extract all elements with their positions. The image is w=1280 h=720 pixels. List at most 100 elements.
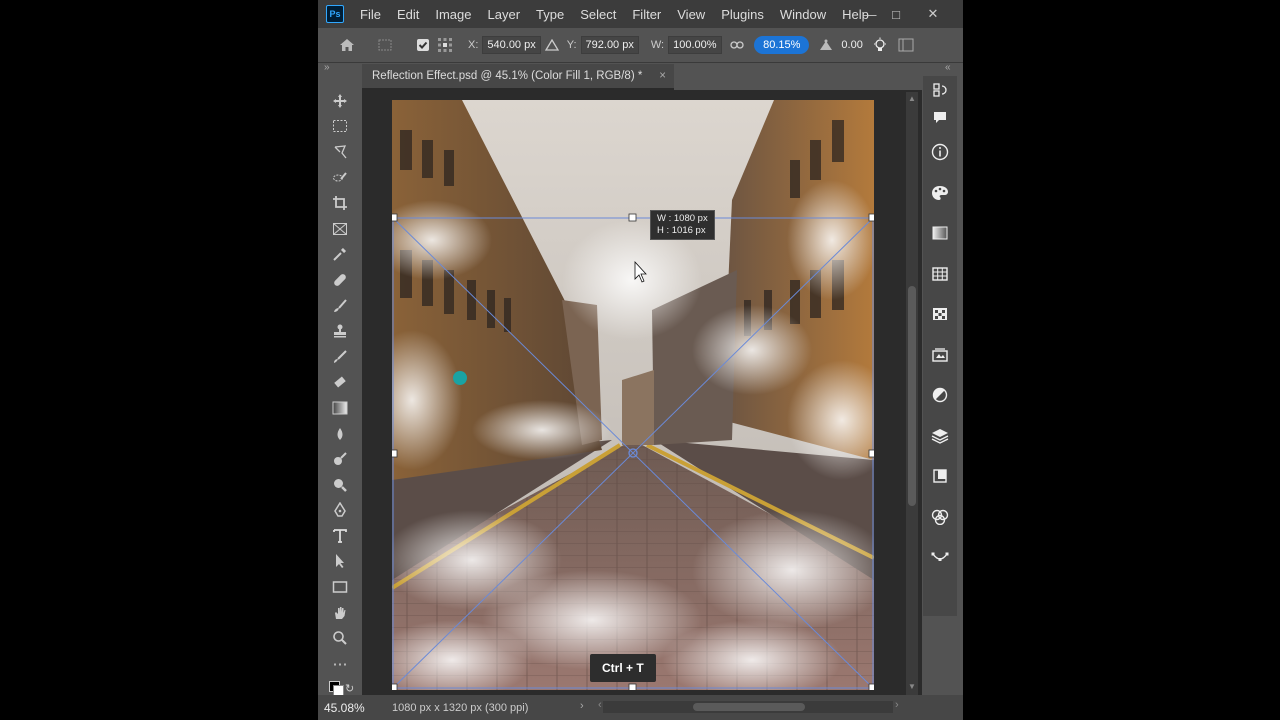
transform-handle-bottom-right [868, 683, 874, 690]
type-icon[interactable] [326, 523, 354, 549]
dodge-icon[interactable] [326, 446, 354, 472]
swap-colors-icon[interactable]: ↻ [345, 682, 354, 695]
maximize-icon[interactable]: □ [881, 0, 911, 28]
canvas-area[interactable]: W : 1080 px H : 1016 px Ctrl + T [362, 90, 922, 695]
menu-type[interactable]: Type [528, 7, 572, 22]
toolbar-collapse-icon[interactable]: » [324, 62, 330, 74]
x-position-field[interactable]: 540.00 px [482, 36, 541, 54]
transform-handle-left [392, 449, 398, 458]
layers-icon[interactable] [923, 416, 957, 457]
libraries-icon[interactable] [923, 335, 957, 376]
crop-icon[interactable] [326, 190, 354, 216]
options-bar: X: 540.00 px Y: 792.00 px W: 100.00% 80.… [318, 28, 963, 63]
transform-handle-top-left [392, 213, 398, 222]
lightbulb-icon[interactable] [869, 34, 891, 56]
width-field[interactable]: 100.00% [668, 36, 723, 54]
horizontal-scrollbar[interactable]: ‹ › [598, 699, 899, 713]
menu-edit[interactable]: Edit [389, 7, 427, 22]
comments-icon[interactable] [923, 104, 957, 132]
blur-icon[interactable] [326, 421, 354, 447]
pen-icon[interactable] [326, 498, 354, 524]
status-bar: 45.08% 1080 px x 1320 px (300 ppi) › ‹ › [318, 695, 963, 720]
vertical-scroll-thumb[interactable] [908, 286, 916, 506]
adjustments-icon[interactable] [923, 375, 957, 416]
eraser-icon[interactable] [326, 370, 354, 396]
menu-file[interactable]: File [352, 7, 389, 22]
vertical-scrollbar[interactable]: ▲ ▼ [906, 92, 918, 695]
history-icon[interactable] [923, 76, 957, 104]
color-icon[interactable] [923, 173, 957, 214]
menu-window[interactable]: Window [772, 7, 834, 22]
close-icon[interactable]: ✕ [918, 0, 948, 28]
scroll-right-icon[interactable]: › [895, 699, 899, 711]
lasso-icon[interactable] [326, 139, 354, 165]
scroll-down-icon[interactable]: ▼ [908, 682, 916, 691]
horizontal-scroll-thumb[interactable] [693, 703, 805, 711]
y-position-field[interactable]: 792.00 px [580, 36, 639, 54]
app-logo: Ps [326, 5, 344, 23]
eyedropper-icon[interactable] [326, 242, 354, 268]
status-menu-chevron-icon[interactable]: › [580, 700, 584, 712]
transform-handle-bottom-left [392, 683, 398, 690]
menu-plugins[interactable]: Plugins [713, 7, 772, 22]
menu-filter[interactable]: Filter [624, 7, 669, 22]
y-label: Y: [566, 39, 577, 51]
panel-dock [923, 76, 957, 616]
menu-image[interactable]: Image [427, 7, 479, 22]
transform-handle-top [628, 213, 637, 222]
gradient-icon[interactable] [326, 395, 354, 421]
document-info: 1080 px x 1320 px (300 ppi) [392, 701, 529, 714]
patterns-icon[interactable] [923, 294, 957, 335]
scroll-up-icon[interactable]: ▲ [908, 94, 916, 103]
panels-collapse-icon[interactable]: « [945, 62, 951, 74]
history-brush-icon[interactable] [326, 344, 354, 370]
transform-mode-icon[interactable] [374, 34, 396, 56]
more-tools-icon[interactable]: ⋯ [326, 651, 354, 677]
scroll-left-icon[interactable]: ‹ [598, 699, 602, 711]
shortcut-badge: Ctrl + T [590, 654, 656, 682]
background-color-swatch[interactable] [333, 684, 344, 696]
height-field[interactable]: 80.15% [754, 36, 810, 54]
document-tab-title: Reflection Effect.psd @ 45.1% (Color Fil… [372, 70, 643, 82]
document-tab[interactable]: Reflection Effect.psd @ 45.1% (Color Fil… [362, 64, 674, 90]
menu-select[interactable]: Select [572, 7, 624, 22]
path-select-icon[interactable] [326, 549, 354, 575]
menu-bar: Ps File Edit Image Layer Type Select Fil… [318, 0, 963, 28]
healing-icon[interactable] [326, 267, 354, 293]
document-canvas[interactable]: W : 1080 px H : 1016 px Ctrl + T [392, 100, 874, 690]
sponge-icon[interactable] [326, 472, 354, 498]
gradients-icon[interactable] [923, 213, 957, 254]
street-photo [392, 100, 874, 690]
quick-select-icon[interactable] [326, 165, 354, 191]
move-icon[interactable] [326, 88, 354, 114]
marquee-icon[interactable] [326, 114, 354, 140]
paths-icon[interactable] [923, 497, 957, 538]
channels-icon[interactable] [923, 456, 957, 497]
w-label: W: [650, 39, 665, 51]
photoshop-window: Ps File Edit Image Layer Type Select Fil… [318, 0, 963, 720]
brush-icon[interactable] [326, 293, 354, 319]
relative-position-icon[interactable] [541, 34, 563, 56]
zoom-icon[interactable] [326, 625, 354, 651]
transform-width-readout: W : 1080 px [657, 213, 708, 224]
panel-toggle-icon[interactable] [895, 34, 917, 56]
frame-icon[interactable] [326, 216, 354, 242]
transform-handle-right [868, 449, 874, 458]
transform-handle-bottom [628, 683, 637, 690]
zoom-level[interactable]: 45.08% [324, 701, 384, 715]
tab-close-icon[interactable]: × [659, 70, 666, 82]
menu-view[interactable]: View [669, 7, 713, 22]
reference-point-checkbox[interactable] [412, 34, 434, 56]
rectangle-icon[interactable] [326, 574, 354, 600]
hand-icon[interactable] [326, 600, 354, 626]
menu-layer[interactable]: Layer [480, 7, 529, 22]
link-icon[interactable] [726, 34, 748, 56]
swatches-icon[interactable] [923, 254, 957, 295]
transform-height-readout: H : 1016 px [657, 225, 706, 236]
navigator-icon[interactable] [923, 537, 957, 578]
rotation-field[interactable]: 0.00 [837, 37, 867, 53]
stamp-icon[interactable] [326, 318, 354, 344]
info-icon[interactable] [923, 132, 957, 173]
home-icon[interactable] [336, 34, 358, 56]
reference-point-grid-icon[interactable] [434, 34, 456, 56]
